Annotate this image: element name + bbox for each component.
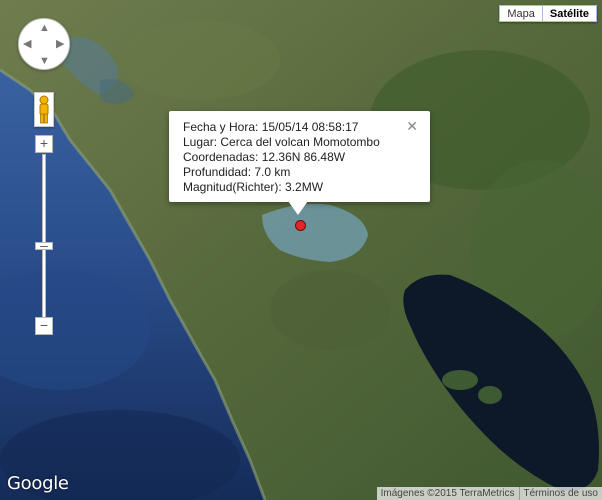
zoom-slider-track[interactable] [42, 154, 46, 322]
info-depth: Profundidad: 7.0 km [183, 165, 291, 179]
google-logo[interactable]: Google [7, 473, 69, 494]
imagery-attribution: Imágenes ©2015 TerraMetrics [380, 488, 515, 499]
pan-control[interactable]: ▲ ▼ ◀ ▶ [18, 18, 70, 70]
attribution-bar: Imágenes ©2015 TerraMetrics Términos de … [376, 487, 602, 500]
satellite-imagery [0, 0, 602, 500]
zoom-in-button[interactable]: + [35, 135, 53, 153]
pan-right-icon[interactable]: ▶ [56, 39, 64, 50]
zoom-slider-thumb[interactable] [35, 242, 53, 250]
earthquake-marker[interactable] [295, 220, 306, 231]
info-window-pointer [288, 201, 308, 215]
zoom-out-button[interactable]: − [35, 317, 53, 335]
satellite-map[interactable] [0, 0, 602, 500]
map-type-map-button[interactable]: Mapa [499, 5, 543, 22]
pan-left-icon[interactable]: ◀ [23, 39, 31, 50]
earthquake-info-window: Fecha y Hora: 15/05/14 08:58:17 Lugar: C… [169, 111, 430, 202]
street-view-pegman[interactable] [34, 92, 54, 127]
info-location: Lugar: Cerca del volcan Momotombo [183, 135, 380, 149]
pan-down-icon[interactable]: ▼ [39, 56, 50, 67]
terms-link[interactable]: Términos de uso [518, 487, 602, 500]
map-type-control: Mapa Satélite [499, 5, 597, 22]
pegman-icon [39, 95, 49, 124]
info-magnitude: Magnitud(Richter): 3.2MW [183, 180, 324, 194]
map-type-satellite-button[interactable]: Satélite [542, 5, 597, 22]
info-datetime: Fecha y Hora: 15/05/14 08:58:17 [183, 120, 359, 134]
pan-up-icon[interactable]: ▲ [39, 23, 50, 34]
info-coordinates: Coordenadas: 12.36N 86.48W [183, 150, 346, 164]
close-icon[interactable]: ✕ [406, 119, 418, 133]
